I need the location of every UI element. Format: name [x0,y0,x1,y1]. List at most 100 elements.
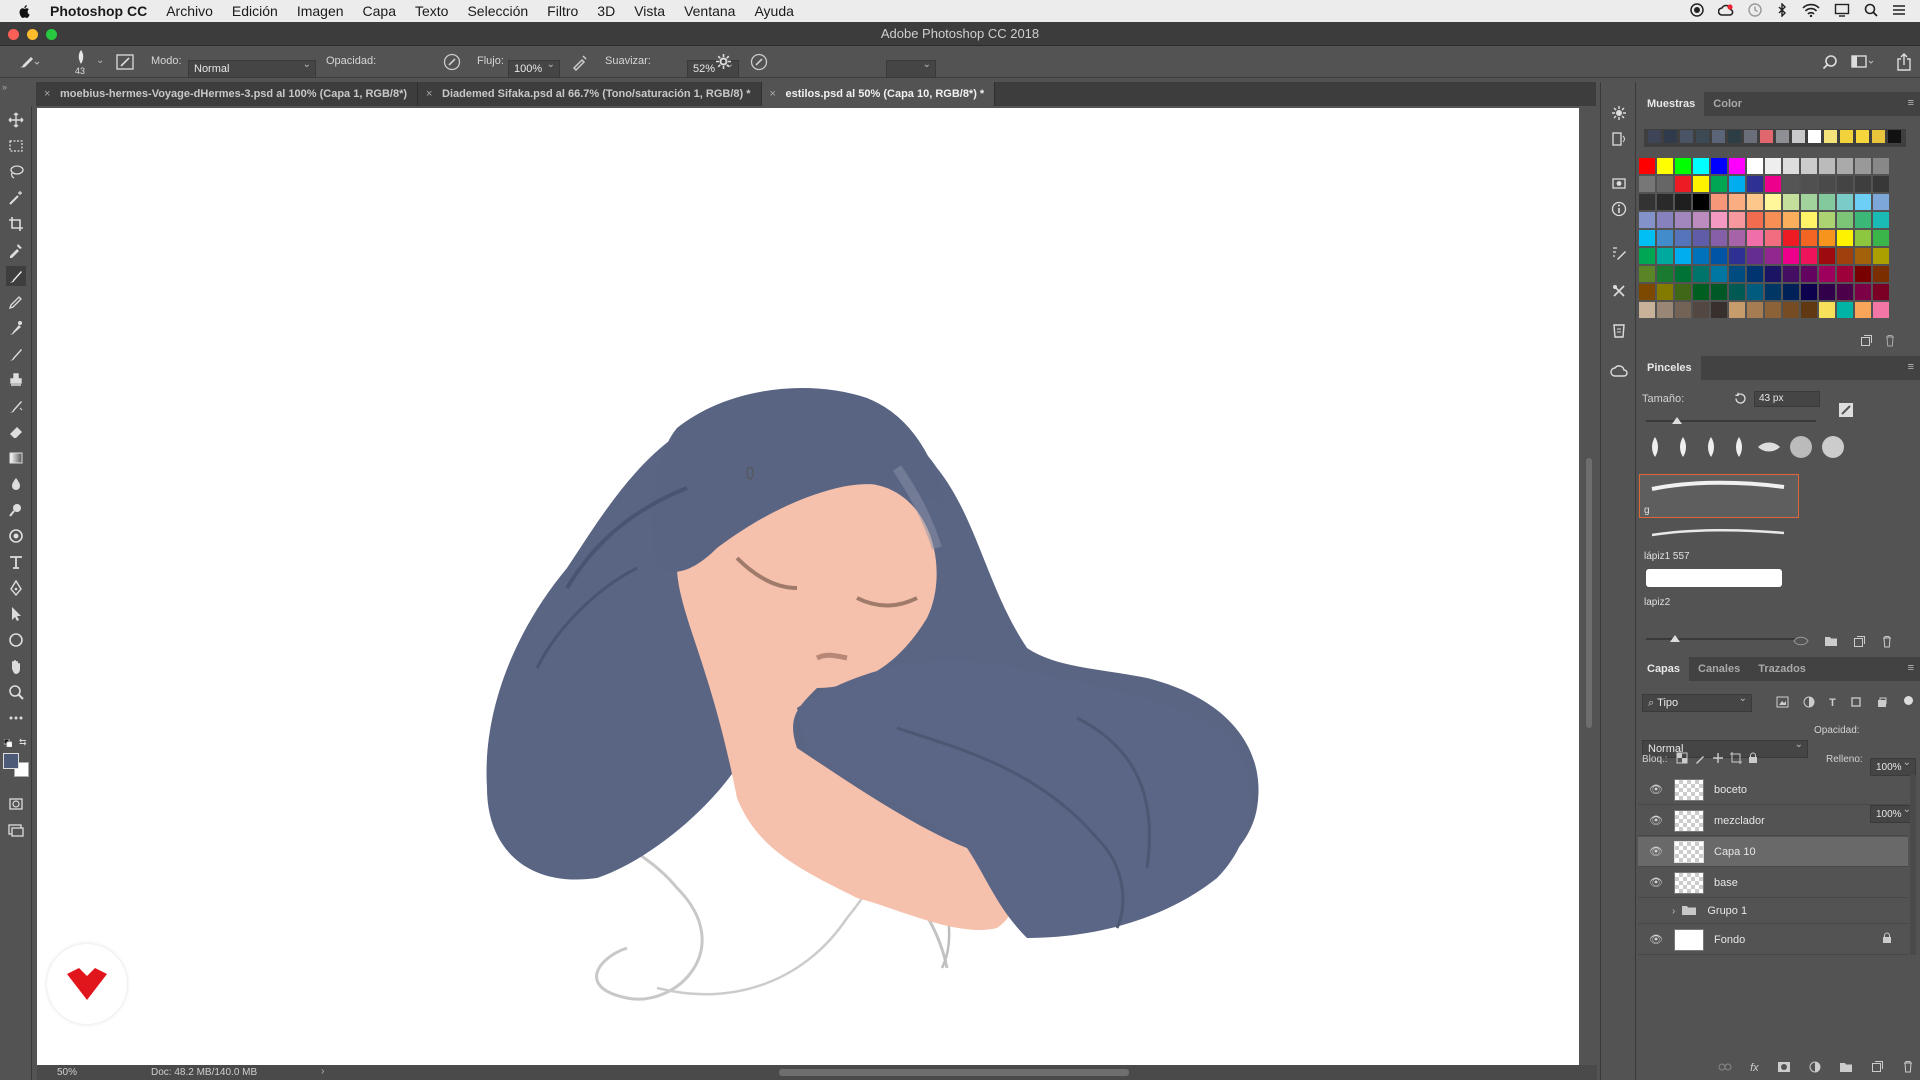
color-swatch[interactable] [1711,266,1727,282]
smoothing-input[interactable] [886,59,936,78]
color-swatch[interactable] [1657,266,1673,282]
color-swatch[interactable] [1873,212,1889,228]
color-swatch[interactable] [1783,212,1799,228]
color-swatch[interactable] [1783,302,1799,318]
eye-visibility-icon[interactable]: 👁 [1646,845,1666,858]
recent-color-swatch[interactable] [1776,130,1789,143]
brush-size-slider[interactable] [1646,417,1816,424]
color-swatch[interactable] [1693,176,1709,192]
color-swatch[interactable] [1855,212,1871,228]
color-swatch[interactable] [1819,158,1835,174]
dodge-tool-icon[interactable] [6,500,26,520]
color-swatch[interactable] [1801,302,1817,318]
bluetooth-icon[interactable] [1776,1,1788,20]
color-swatch[interactable] [1693,266,1709,282]
color-swatch[interactable] [1729,158,1745,174]
color-swatch[interactable] [1819,302,1835,318]
color-swatch[interactable] [1819,212,1835,228]
color-swatch[interactable] [1765,302,1781,318]
search-icon[interactable] [1822,54,1838,73]
delete-swatch-icon[interactable] [1884,334,1896,350]
color-swatch[interactable] [1801,248,1817,264]
color-swatch[interactable] [1657,176,1673,192]
screen-mode-icon[interactable] [6,820,26,840]
menu-ventana[interactable]: Ventana [684,3,735,19]
color-swatch[interactable] [1639,248,1655,264]
color-swatch[interactable] [1765,284,1781,300]
hand-tool-icon[interactable] [6,656,26,676]
pen-tool-icon[interactable] [6,578,26,598]
canvas-vertical-scrollbar[interactable] [1582,108,1596,1065]
color-swatch[interactable] [1837,158,1853,174]
airbrush-icon[interactable] [571,53,589,74]
color-swatch[interactable] [1819,230,1835,246]
color-swatch[interactable] [1873,302,1889,318]
wifi-icon[interactable] [1802,3,1820,20]
color-swatch[interactable] [1693,284,1709,300]
clone-stamp-tool-icon[interactable] [6,370,26,390]
color-swatch[interactable] [1675,158,1691,174]
menu-archivo[interactable]: Archivo [166,3,213,19]
zoom-tool-icon[interactable] [6,682,26,702]
link-layers-icon[interactable] [1718,1062,1732,1075]
status-menu-arrow-icon[interactable]: › [321,1066,324,1077]
color-swatch[interactable] [1819,284,1835,300]
brush-preset-g[interactable]: g [1639,474,1799,518]
menu-vista[interactable]: Vista [634,3,665,19]
color-swatch[interactable] [1747,248,1763,264]
menu-texto[interactable]: Texto [415,3,448,19]
color-swatch[interactable] [1675,194,1691,210]
color-swatch[interactable] [1837,212,1853,228]
new-layer-icon[interactable] [1871,1060,1884,1076]
color-swatch[interactable] [1837,194,1853,210]
color-swatch[interactable] [1819,248,1835,264]
color-swatch[interactable] [1783,194,1799,210]
brush-settings-panel-icon[interactable] [1610,244,1628,262]
pencil-tool-icon[interactable] [6,292,26,312]
color-swatch[interactable] [1855,248,1871,264]
layer-name[interactable]: boceto [1714,784,1747,796]
new-adjustment-icon[interactable] [1809,1061,1821,1076]
swap-colors-icon[interactable]: ⇆ [19,737,29,747]
art-history-brush-tool-icon[interactable] [6,396,26,416]
recent-color-swatch[interactable] [1808,130,1821,143]
color-swatch[interactable] [1873,158,1889,174]
close-window-button[interactable] [8,29,19,40]
color-swatch[interactable] [1711,158,1727,174]
recent-color-swatch[interactable] [1792,130,1805,143]
layer-row-grupo-1[interactable]: · › Grupo 1 [1638,899,1908,924]
menu-capa[interactable]: Capa [363,3,396,19]
tab-capas[interactable]: Capas [1638,657,1690,681]
recent-color-swatch[interactable] [1760,130,1773,143]
default-colors-icon[interactable] [3,738,13,748]
layer-row-mezclador[interactable]: 👁 mezclador [1638,806,1908,836]
eraser-tool-icon[interactable] [6,422,26,442]
recent-color-swatch[interactable] [1712,130,1725,143]
lock-artboard-icon[interactable] [1730,751,1742,767]
color-swatch[interactable] [1837,284,1853,300]
layer-name[interactable]: base [1714,877,1738,889]
pressure-size-icon[interactable] [750,53,768,74]
create-brush-icon[interactable] [1838,402,1854,421]
color-swatch[interactable] [1675,284,1691,300]
smoothing-options-gear-icon[interactable] [715,53,732,73]
eyedropper-tool-icon[interactable] [6,240,26,260]
color-swatch[interactable] [1801,284,1817,300]
color-swatch[interactable] [1711,284,1727,300]
recent-color-swatch[interactable] [1680,130,1693,143]
panel-menu-icon[interactable]: ≡ [1908,361,1914,373]
color-swatch[interactable] [1675,230,1691,246]
layer-style-fx-icon[interactable]: fx [1750,1062,1759,1074]
color-swatch[interactable] [1729,194,1745,210]
tab-color[interactable]: Color [1704,92,1751,116]
color-swatch[interactable] [1711,176,1727,192]
recent-color-swatch[interactable] [1744,130,1757,143]
color-swatch[interactable] [1675,302,1691,318]
brush-tip-icon[interactable] [1820,434,1846,462]
panel-menu-icon[interactable]: ≡ [1908,97,1914,109]
path-selection-tool-icon[interactable] [6,604,26,624]
color-swatch[interactable] [1819,266,1835,282]
filter-toggle-icon[interactable] [1904,696,1913,705]
recent-color-swatch[interactable] [1728,130,1741,143]
filter-smart-object-icon[interactable] [1876,696,1888,711]
